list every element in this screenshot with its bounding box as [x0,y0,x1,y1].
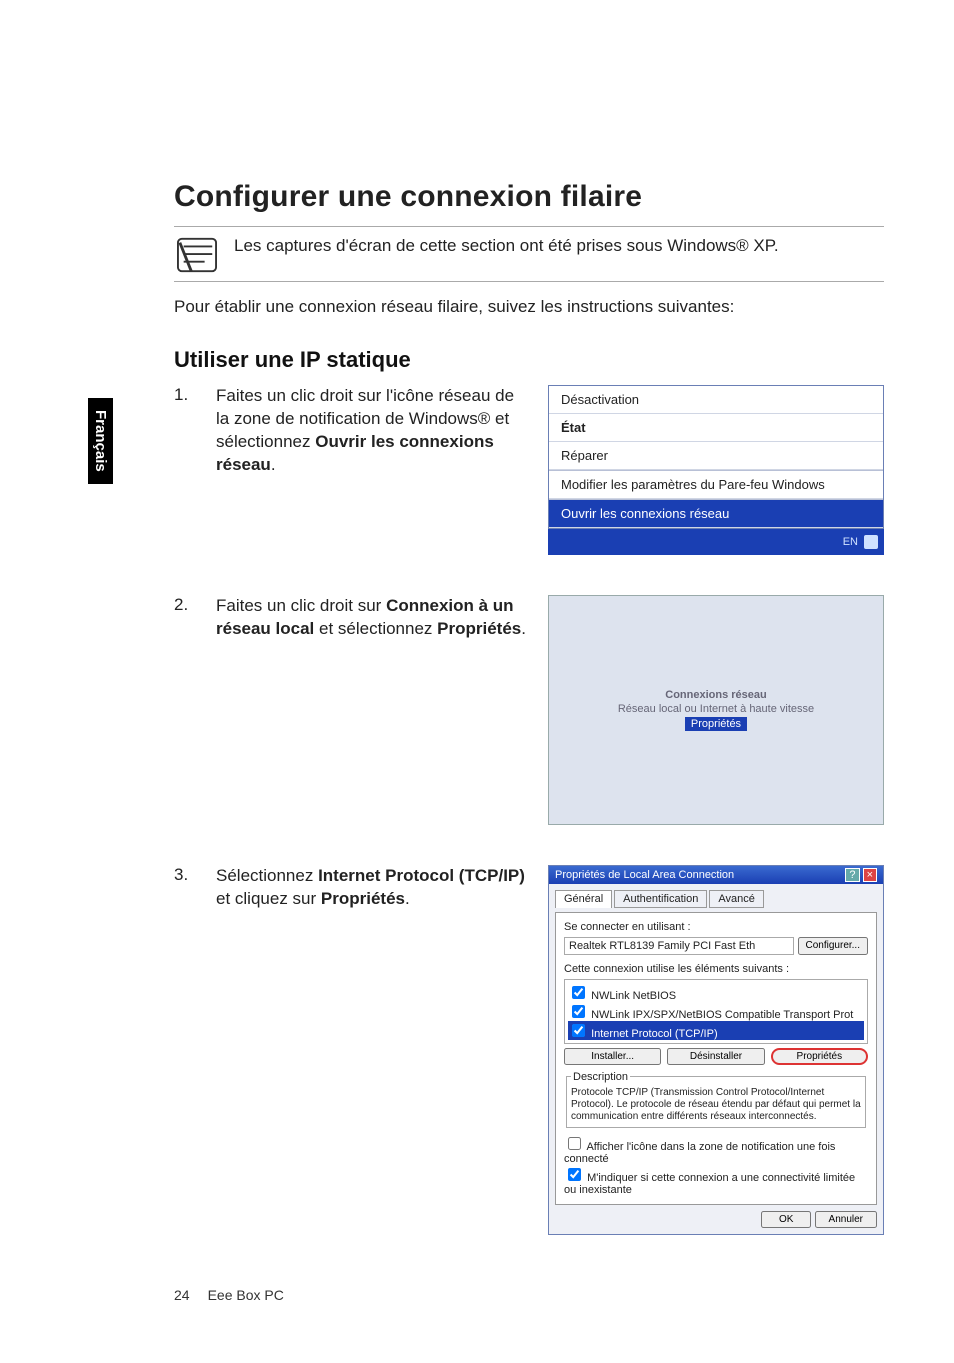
install-button[interactable]: Installer... [564,1048,661,1065]
item-label: NWLink IPX/SPX/NetBIOS Compatible Transp… [591,1009,853,1021]
step-post: . [405,889,410,908]
item-check[interactable] [572,1005,585,1018]
step-text: Sélectionnez Internet Protocol (TCP/IP) … [216,865,530,911]
items-list: NWLink NetBIOS NWLink IPX/SPX/NetBIOS Co… [564,979,868,1044]
item-row[interactable]: NWLink NetBIOS [568,983,864,1002]
items-label: Cette connexion utilise les éléments sui… [564,963,868,975]
shot2-ctx-last: Propriétés [685,717,747,731]
step-pre: Faites un clic droit sur [216,596,386,615]
help-icon[interactable]: ? [845,868,859,882]
step-number: 1. [174,385,198,405]
screenshot-1: Désactivation État Réparer Modifier les … [548,385,884,555]
tab-general[interactable]: Général [555,890,612,908]
screenshot-2: Connexions réseau Réseau local ou Intern… [548,595,884,825]
section-heading: Utiliser une IP statique [174,347,884,373]
page-footer: 24 Eee Box PC [174,1287,284,1303]
properties-button[interactable]: Propriétés [771,1048,868,1065]
step-bold: Internet Protocol (TCP/IP) [318,866,525,885]
item-label: NWLink NetBIOS [591,990,676,1002]
step-pre: Sélectionnez [216,866,318,885]
network-tray-icon[interactable] [864,535,878,549]
item-row-selected[interactable]: Internet Protocol (TCP/IP) [568,1021,864,1040]
main-content: Configurer une connexion filaire Les cap… [174,180,884,1235]
item-label: Internet Protocol (TCP/IP) [591,1028,718,1040]
step-1: 1. Faites un clic droit sur l'icône rése… [174,385,884,555]
menu-item-deactivate[interactable]: Désactivation [549,386,883,414]
step-number: 3. [174,865,198,885]
item-check[interactable] [572,1024,585,1037]
description-group: Description Protocole TCP/IP (Transmissi… [566,1071,866,1128]
context-menu: Désactivation État Réparer Modifier les … [548,385,884,529]
step-number: 2. [174,595,198,615]
menu-item-repair[interactable]: Réparer [549,442,883,470]
item-check[interactable] [572,986,585,999]
note-block: Les captures d'écran de cette section on… [174,226,884,282]
page-title: Configurer une connexion filaire [174,180,884,214]
step-post-pre: et sélectionnez [314,619,437,638]
note-icon [174,235,220,275]
limited-check[interactable] [568,1168,581,1181]
adapter-field: Realtek RTL8139 Family PCI Fast Eth [564,937,794,955]
step-bold2: Propriétés [437,619,521,638]
tab-advanced[interactable]: Avancé [709,890,764,908]
ok-button[interactable]: OK [761,1211,811,1228]
dialog-titlebar: Propriétés de Local Area Connection ? × [549,866,883,884]
tray-check-label: Afficher l'icône dans la zone de notific… [564,1141,835,1165]
tray-lang-indicator[interactable]: EN [843,536,858,548]
tab-panel: Se connecter en utilisant : Realtek RTL8… [555,912,877,1205]
checkbox-tray-row[interactable]: Afficher l'icône dans la zone de notific… [564,1134,868,1165]
description-body: Protocole TCP/IP (Transmission Control P… [571,1087,861,1123]
step-text: Faites un clic droit sur Connexion à un … [216,595,530,641]
step-3: 3. Sélectionnez Internet Protocol (TCP/I… [174,865,884,1235]
step-text: Faites un clic droit sur l'icône réseau … [216,385,530,477]
checkbox-limited-row[interactable]: M'indiquer si cette connexion a une conn… [564,1165,868,1196]
dialog-title: Propriétés de Local Area Connection [555,869,734,881]
shot2-group2: Réseau local ou Internet à haute vitesse [618,703,814,715]
limited-check-label: M'indiquer si cette connexion a une conn… [564,1172,855,1196]
menu-item-open-connections[interactable]: Ouvrir les connexions réseau [549,499,883,528]
step-post: . [521,619,526,638]
description-header: Description [571,1071,630,1083]
dialog-buttons: ? × [845,869,877,881]
configure-button[interactable]: Configurer... [798,937,868,955]
page: Français Configurer une connexion filair… [0,0,954,1363]
shot2-title: Connexions réseau [665,689,766,701]
steps: 1. Faites un clic droit sur l'icône rése… [174,385,884,1235]
lan-properties-dialog: Propriétés de Local Area Connection ? × … [548,865,884,1235]
screenshot-3: Propriétés de Local Area Connection ? × … [548,865,884,1235]
menu-item-firewall[interactable]: Modifier les paramètres du Pare-feu Wind… [549,470,883,499]
step-post: . [271,455,276,474]
network-connections-window: Connexions réseau Réseau local ou Intern… [548,595,884,825]
intro-text: Pour établir une connexion réseau filair… [174,296,884,319]
page-number: 24 [174,1287,190,1303]
language-side-tab: Français [88,398,113,484]
step-bold2: Propriétés [321,889,405,908]
menu-item-status[interactable]: État [549,414,883,442]
tab-strip: Général Authentification Avancé [555,890,877,908]
tab-auth[interactable]: Authentification [614,890,707,908]
step-2: 2. Faites un clic droit sur Connexion à … [174,595,884,825]
step-post-pre: et cliquez sur [216,889,321,908]
taskbar-tray: EN [548,529,884,555]
note-text: Les captures d'écran de cette section on… [234,235,779,258]
uninstall-button[interactable]: Désinstaller [667,1048,764,1065]
item-row[interactable]: NWLink IPX/SPX/NetBIOS Compatible Transp… [568,1002,864,1021]
connect-using-label: Se connecter en utilisant : [564,921,868,933]
cancel-button[interactable]: Annuler [815,1211,877,1228]
dialog-buttons-row: OK Annuler [555,1205,877,1228]
product-name: Eee Box PC [208,1287,284,1303]
tray-check[interactable] [568,1137,581,1150]
dialog-body: Général Authentification Avancé Se conne… [549,884,883,1234]
close-icon[interactable]: × [863,868,877,882]
